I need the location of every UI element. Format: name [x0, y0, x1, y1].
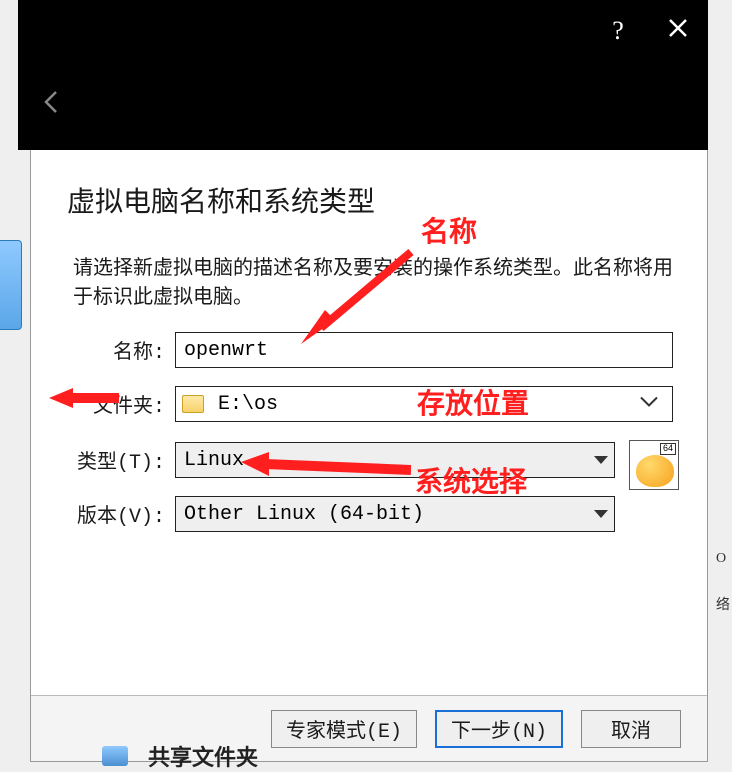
expert-mode-button[interactable]: 专家模式(E) [271, 710, 417, 748]
shared-folder-label: 共享文件夹 [148, 740, 258, 772]
type-combo[interactable]: Linux [175, 442, 615, 478]
label-version: 版本(V): [63, 499, 165, 529]
version-combo[interactable]: Other Linux (64-bit) [175, 496, 615, 532]
close-icon [667, 16, 689, 46]
label-folder: 文件夹: [63, 389, 165, 419]
cancel-button[interactable]: 取消 [581, 710, 681, 748]
button-bar: 专家模式(E) 下一步(N) 取消 [31, 695, 707, 761]
linux-icon [636, 455, 674, 487]
folder-icon [182, 395, 204, 413]
folder-path-text: E:\os [218, 393, 278, 416]
next-button[interactable]: 下一步(N) [435, 710, 563, 748]
row-name: 名称: [101, 332, 673, 368]
dialog-title: 虚拟电脑名称和系统类型 [67, 180, 375, 220]
background-text-right: O [716, 551, 732, 581]
folder-combo[interactable]: E:\os [175, 386, 673, 422]
dropdown-caret-icon [594, 456, 608, 464]
label-type: 类型(T): [63, 445, 165, 475]
chevron-down-icon [638, 393, 660, 416]
close-button[interactable] [648, 1, 708, 61]
back-arrow-icon[interactable] [38, 88, 66, 124]
help-button[interactable]: ? [588, 1, 648, 61]
row-type: 类型(T): Linux [63, 442, 615, 478]
wizard-dialog: 虚拟电脑名称和系统类型 请选择新虚拟电脑的描述名称及要安装的操作系统类型。此名称… [30, 150, 708, 762]
annotation-name: 名称 [421, 210, 477, 250]
background-text-right: 络 [716, 594, 732, 624]
name-input[interactable] [175, 332, 673, 368]
wizard-header-bar [18, 62, 708, 150]
arch-badge: 64 [660, 443, 676, 455]
row-folder: 文件夹: E:\os [63, 386, 673, 422]
dialog-description: 请选择新虚拟电脑的描述名称及要安装的操作系统类型。此名称将用于标识此虚拟电脑。 [73, 254, 673, 312]
question-icon: ? [612, 16, 624, 46]
os-icon-preview: 64 [629, 440, 679, 490]
row-version: 版本(V): Other Linux (64-bit) [63, 496, 615, 532]
shared-folder-icon [102, 746, 128, 766]
dropdown-caret-icon [594, 510, 608, 518]
type-value: Linux [184, 449, 244, 472]
title-bar: ? [18, 0, 708, 62]
background-panel-left [0, 240, 22, 330]
label-name: 名称: [101, 335, 165, 365]
version-value: Other Linux (64-bit) [184, 503, 424, 526]
